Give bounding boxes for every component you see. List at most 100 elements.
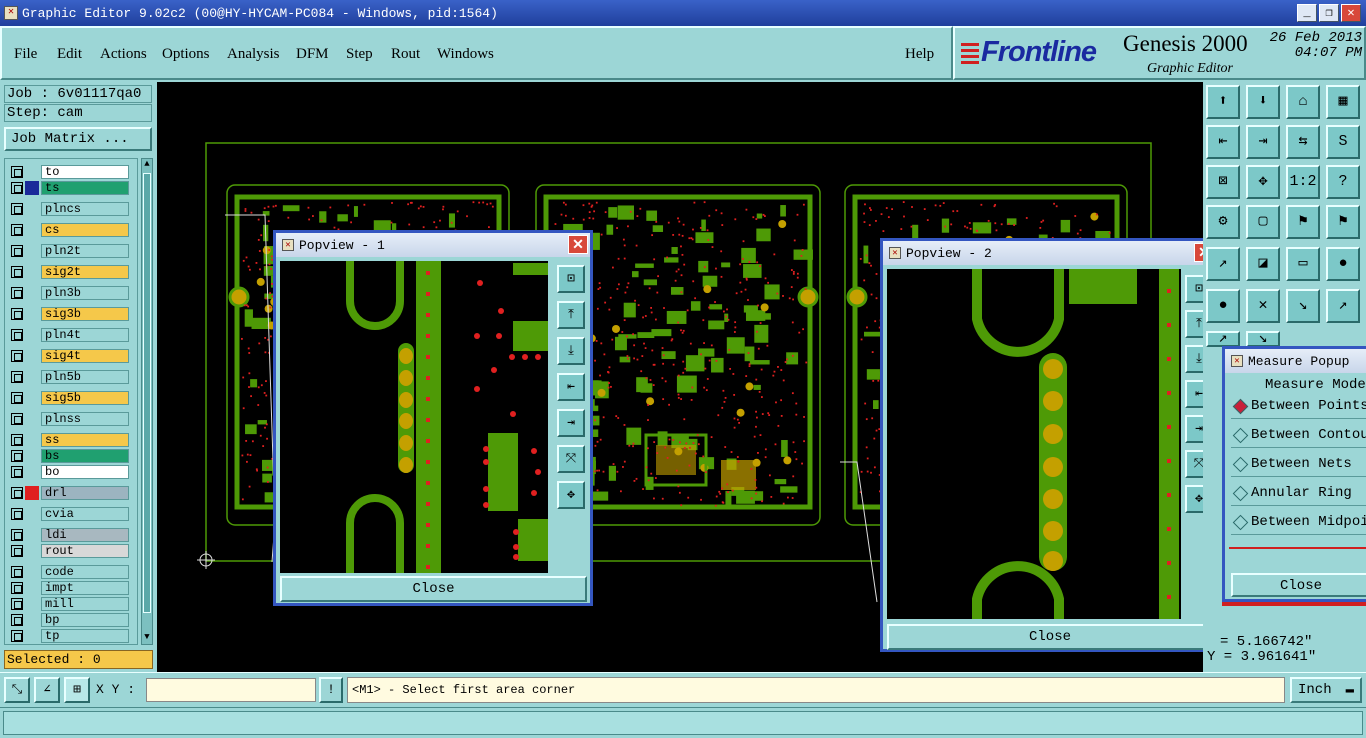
menu-file[interactable]: File [14,46,37,63]
menu-actions[interactable]: Actions [100,46,147,63]
layer-checkbox[interactable] [11,508,23,520]
zoom-center-icon[interactable]: ✥ [557,481,585,509]
layer-row-ss[interactable]: ss [8,432,135,448]
point-icon[interactable]: ● [1206,289,1240,323]
popview-2-titlebar[interactable]: ✕ Popview - 2 [883,241,1216,265]
layer-row-tp[interactable]: tp [8,628,135,644]
scale-icon[interactable]: 1:2 [1286,165,1320,199]
redraw-icon[interactable]: S [1326,125,1360,159]
radio-icon[interactable] [1232,427,1249,444]
layer-checkbox[interactable] [11,566,23,578]
layer-row-pln2t[interactable]: pln2t [8,243,135,259]
layer-name[interactable]: bs [41,449,129,463]
layer-row-drl[interactable]: drl [8,485,135,501]
minimize-button[interactable]: _ [1297,4,1317,22]
layer-name[interactable]: sig4t [41,349,129,363]
grid-view-icon[interactable]: ▦ [1326,85,1360,119]
measure-option-0[interactable]: Between Points [1231,395,1366,419]
layer-checkbox[interactable] [11,614,23,626]
grid-icon[interactable]: ▢ [1246,205,1280,239]
layer-name[interactable]: sig5b [41,391,129,405]
ruler-icon[interactable]: ▭ [1286,247,1320,281]
menu-windows[interactable]: Windows [437,46,494,63]
layer-name[interactable]: to [41,165,129,179]
radio-icon[interactable] [1232,485,1249,502]
menu-help[interactable]: Help [905,46,934,63]
layer-name[interactable]: cvia [41,507,129,521]
layer-name[interactable]: rout [41,544,129,558]
layer-list-scrollbar[interactable]: ▲ ▼ [141,158,153,645]
fit-icon[interactable]: ⊡ [557,265,585,293]
layer-checkbox[interactable] [11,287,23,299]
menu-dfm[interactable]: DFM [296,46,329,63]
layer-checkbox[interactable] [11,529,23,541]
alert-icon[interactable]: ! [319,677,343,703]
draw-arc-icon[interactable]: ↘ [1246,331,1280,347]
layer-row-code[interactable]: code [8,564,135,580]
layer-checkbox[interactable] [11,166,23,178]
zoom-fit-icon[interactable]: ⤧ [557,445,585,473]
layer-row-ts[interactable]: ts [8,180,135,196]
layer-name[interactable]: code [41,565,129,579]
close-window-button[interactable]: ✕ [1341,4,1361,22]
pan-right-icon[interactable]: ⇥ [557,409,585,437]
scroll-up-icon[interactable]: ▲ [142,159,152,171]
layer-checkbox[interactable] [11,182,23,194]
layer-row-sig2t[interactable]: sig2t [8,264,135,280]
layer-name[interactable]: pln5b [41,370,129,384]
popview-1-titlebar[interactable]: ✕ Popview - 1 [276,233,590,257]
swap-icon[interactable]: ⇆ [1286,125,1320,159]
layer-checkbox[interactable] [11,466,23,478]
menu-step[interactable]: Step [346,46,373,63]
zoom-home-icon[interactable]: ⊠ [1206,165,1240,199]
pan-up-icon[interactable]: ⤒ [557,301,585,329]
menu-options[interactable]: Options [162,46,210,63]
radio-icon[interactable] [1232,456,1249,473]
layer-name[interactable]: cs [41,223,129,237]
layer-row-bs[interactable]: bs [8,448,135,464]
layer-name[interactable]: plnss [41,412,129,426]
layer-row-sig3b[interactable]: sig3b [8,306,135,322]
menu-analysis[interactable]: Analysis [227,46,280,63]
layer-checkbox[interactable] [11,245,23,257]
layer-row-rout[interactable]: rout [8,543,135,559]
layer-name[interactable]: bo [41,465,129,479]
maximize-button[interactable]: ❐ [1319,4,1339,22]
layer-name[interactable]: sig2t [41,265,129,279]
zoom-fit-icon[interactable]: ✥ [1246,165,1280,199]
popview-2-close-button[interactable]: Close [887,624,1213,650]
popview-2-zoom-view[interactable] [887,269,1181,619]
units-select[interactable]: Inch ▬ [1290,677,1362,703]
measure-line-icon[interactable]: ↗ [1206,247,1240,281]
netlist-compare-icon[interactable]: ⚑ [1326,205,1360,239]
delete-icon[interactable]: ✕ [1246,289,1280,323]
measure-angle-icon[interactable]: ∠ [34,677,60,703]
layer-name[interactable]: ts [41,181,129,195]
home-icon[interactable]: ⌂ [1286,85,1320,119]
radio-icon[interactable] [1232,514,1249,531]
layer-name[interactable]: pln3b [41,286,129,300]
layer-name[interactable]: mill [41,597,129,611]
layer-checkbox[interactable] [11,392,23,404]
measure-point-icon[interactable]: ↗ [1326,289,1360,323]
help-icon[interactable]: ? [1326,165,1360,199]
measure-close-button[interactable]: Close [1231,573,1366,597]
zoom-left-icon[interactable]: ⇤ [1206,125,1240,159]
layer-row-bp[interactable]: bp [8,612,135,628]
layer-checkbox[interactable] [11,413,23,425]
layer-row-to[interactable]: to [8,164,135,180]
draw-line-icon[interactable]: ↗ [1206,331,1240,347]
pan-left-icon[interactable]: ⇤ [557,373,585,401]
popview-1-close-button[interactable]: Close [280,576,587,602]
menu-rout[interactable]: Rout [391,46,420,63]
layer-checkbox[interactable] [11,582,23,594]
layer-checkbox[interactable] [11,545,23,557]
snap-center-icon[interactable]: ● [1326,247,1360,281]
scroll-thumb[interactable] [143,173,151,613]
measure-option-4[interactable]: Between Midpoints [1231,511,1366,535]
layer-name[interactable]: plncs [41,202,129,216]
layer-checkbox[interactable] [11,487,23,499]
layer-name[interactable]: ldi [41,528,129,542]
layer-checkbox[interactable] [11,371,23,383]
layer-row-pln5b[interactable]: pln5b [8,369,135,385]
